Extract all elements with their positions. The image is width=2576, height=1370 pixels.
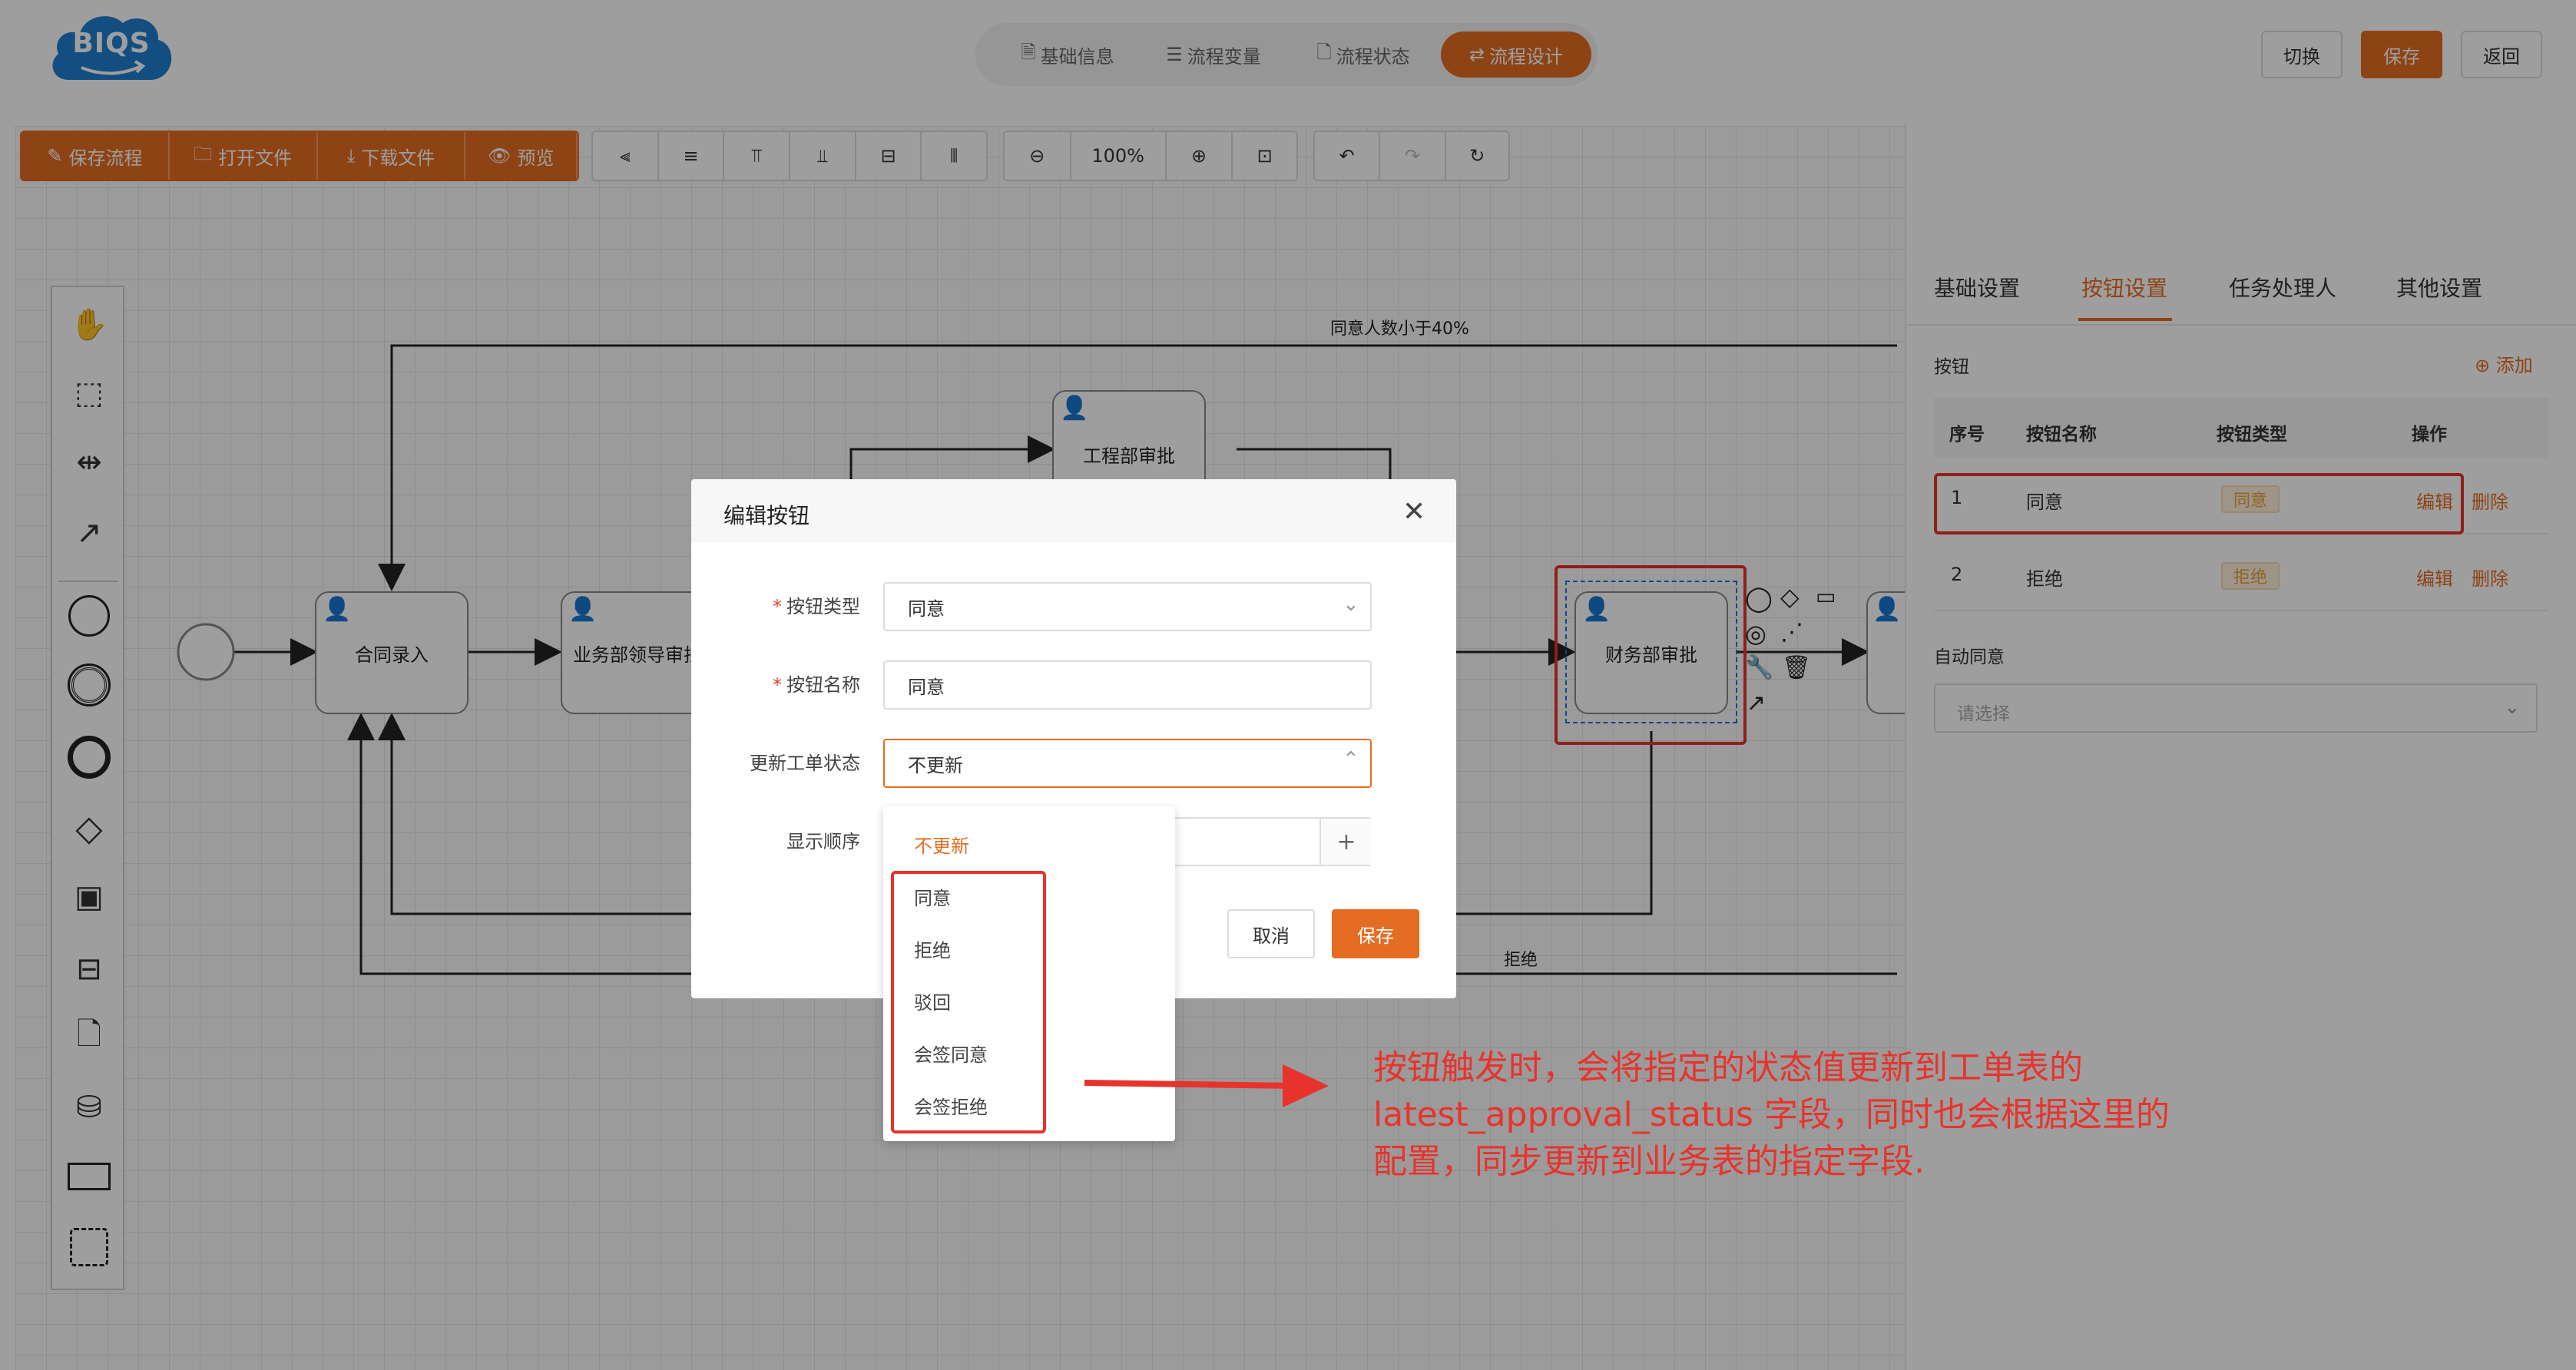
button-name-input[interactable]: 同意 [883,660,1372,710]
annotation-text: 按钮触发时，会将指定的状态值更新到工单表的 latest_approval_st… [1373,1048,2170,1181]
increment-button[interactable]: + [1319,819,1372,865]
chevron-down-icon: ⌄ [1343,593,1359,616]
highlight-status-options [891,871,1046,1133]
button-type-select[interactable]: 同意 ⌄ [883,582,1372,631]
modal-title: 编辑按钮 [723,503,810,528]
update-status-select[interactable]: 不更新 ⌃ [883,739,1372,788]
annotation-arrow-icon [1084,1064,1329,1107]
modal-save-button[interactable]: 保存 [1332,909,1419,958]
close-icon[interactable]: ✕ [1402,496,1425,528]
field-label-status: 更新工单状态 [750,753,860,774]
chevron-up-icon: ⌃ [1343,748,1359,771]
option-no-update[interactable]: 不更新 [914,831,969,858]
cancel-button[interactable]: 取消 [1227,909,1315,958]
field-label-order: 显示顺序 [786,831,860,852]
field-label-type: * 按钮类型 [773,596,860,617]
field-label-name: * 按钮名称 [773,674,860,696]
